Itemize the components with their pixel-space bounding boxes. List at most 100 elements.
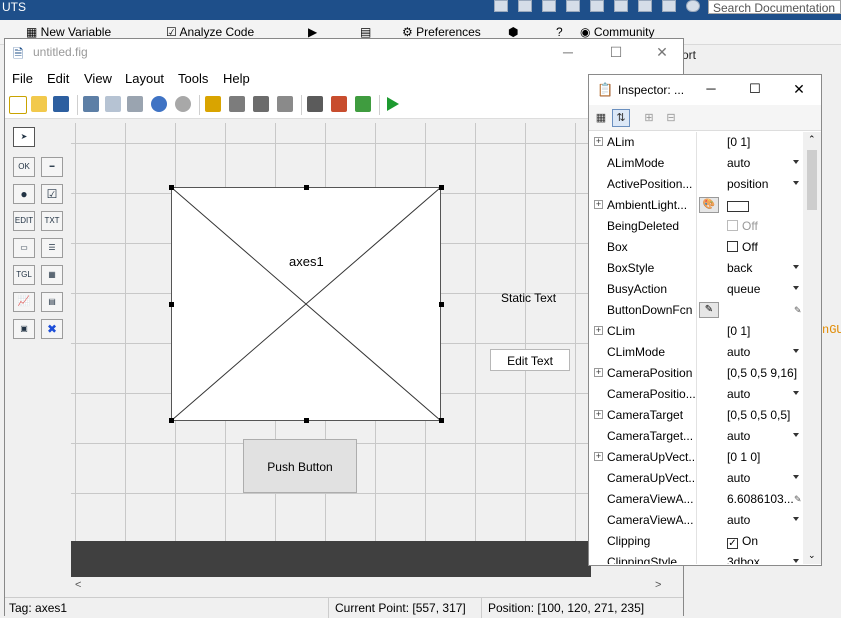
property-value[interactable]: 6.6086103... <box>727 489 797 510</box>
radio-button-icon[interactable]: ● <box>13 184 35 204</box>
property-value[interactable]: auto <box>727 153 797 174</box>
property-row[interactable]: + ALim [0 1] <box>589 132 803 153</box>
help-icon[interactable] <box>686 0 700 12</box>
property-value[interactable]: [0 1] <box>727 132 797 153</box>
checkbox-icon[interactable]: ☑ <box>41 184 63 204</box>
slider-icon[interactable]: ━ <box>41 157 63 177</box>
save-icon[interactable] <box>518 0 532 12</box>
pointer-icon[interactable]: ➤ <box>13 127 35 147</box>
popup-menu-icon[interactable]: ▭ <box>13 238 35 258</box>
dropdown-arrow-icon[interactable] <box>793 160 799 164</box>
property-row[interactable]: Box Off <box>589 237 803 258</box>
resize-handle[interactable] <box>304 185 309 190</box>
new-figure-icon[interactable] <box>9 96 27 114</box>
resize-handle[interactable] <box>439 302 444 307</box>
property-value[interactable]: [0 1 0] <box>727 447 797 468</box>
open-folder-icon[interactable] <box>31 96 47 112</box>
tab-order-editor-icon[interactable] <box>253 96 269 112</box>
property-value[interactable]: Off <box>727 216 797 237</box>
expand-icon[interactable]: + <box>594 368 603 377</box>
dropdown-arrow-icon[interactable] <box>793 433 799 437</box>
property-row[interactable]: ALimMode auto <box>589 153 803 174</box>
property-row[interactable]: BusyAction queue <box>589 279 803 300</box>
callback-editor-icon[interactable]: ✎ <box>699 302 719 318</box>
property-row[interactable]: + AmbientLight... 🎨 <box>589 195 803 216</box>
quick-access-icon[interactable] <box>494 0 508 12</box>
save-icon[interactable] <box>53 96 69 112</box>
redo-icon[interactable] <box>638 0 652 12</box>
paste-icon[interactable] <box>127 96 143 112</box>
dropdown-arrow-icon[interactable] <box>793 391 799 395</box>
layout-editor-area[interactable]: axes1 Static Text Edit Text Push Button <box>71 123 591 579</box>
sort-alphabetical-icon[interactable]: ⇅ <box>612 109 630 127</box>
property-row[interactable]: CLimMode auto <box>589 342 803 363</box>
undo-icon[interactable] <box>151 96 167 112</box>
property-row[interactable]: + CLim [0 1] <box>589 321 803 342</box>
align-objects-icon[interactable] <box>205 96 221 112</box>
property-row[interactable]: ButtonDownFcn ✎ ✎ <box>589 300 803 321</box>
expand-icon[interactable]: + <box>594 200 603 209</box>
property-row[interactable]: CameraPositio... auto <box>589 384 803 405</box>
property-row[interactable]: + CameraTarget [0,5 0,5 0,5] <box>589 405 803 426</box>
property-value[interactable]: 3dbox <box>727 552 797 564</box>
minimize-button[interactable]: ─ <box>545 39 591 67</box>
inspector-maximize-button[interactable]: ☐ <box>745 81 765 97</box>
property-row[interactable]: CameraTarget... auto <box>589 426 803 447</box>
menu-file[interactable]: File <box>12 71 33 86</box>
expand-all-icon[interactable]: ⊞ <box>640 109 658 127</box>
run-figure-icon[interactable] <box>387 97 399 111</box>
property-value[interactable]: position <box>727 174 797 195</box>
dropdown-arrow-icon[interactable] <box>793 286 799 290</box>
toggle-button-icon[interactable]: TGL <box>13 265 35 285</box>
scroll-left-icon[interactable]: < <box>75 579 81 591</box>
expand-icon[interactable]: + <box>594 137 603 146</box>
property-value[interactable]: ✓ On <box>727 531 797 552</box>
edit-text-icon[interactable]: EDIT <box>13 211 35 231</box>
expand-icon[interactable]: + <box>594 410 603 419</box>
checkbox-icon[interactable] <box>727 241 738 252</box>
paste-icon[interactable] <box>590 0 604 12</box>
property-value[interactable] <box>727 300 797 321</box>
cut-icon[interactable] <box>83 96 99 112</box>
maximize-button[interactable]: ☐ <box>593 39 639 67</box>
property-row[interactable]: ActivePosition... position <box>589 174 803 195</box>
activex-icon[interactable]: ✖ <box>41 319 63 339</box>
categorize-icon[interactable]: ▦ <box>592 109 610 127</box>
resize-handle[interactable] <box>169 418 174 423</box>
cut-icon[interactable] <box>542 0 556 12</box>
edit-text-component[interactable]: Edit Text <box>490 349 570 371</box>
property-value[interactable]: back <box>727 258 797 279</box>
collapse-all-icon[interactable]: ⊟ <box>662 109 680 127</box>
property-value[interactable] <box>727 195 797 216</box>
inspector-minimize-button[interactable]: ─ <box>701 81 721 96</box>
property-value[interactable]: auto <box>727 468 797 489</box>
resize-handle[interactable] <box>169 185 174 190</box>
property-value[interactable]: queue <box>727 279 797 300</box>
property-value[interactable]: [0,5 0,5 9,16] <box>727 363 797 384</box>
property-value[interactable]: [0 1] <box>727 321 797 342</box>
table-icon[interactable]: ▦ <box>41 265 63 285</box>
menu-view[interactable]: View <box>84 71 112 86</box>
edit-pencil-icon[interactable]: ✎ <box>794 494 802 505</box>
property-row[interactable]: BoxStyle back <box>589 258 803 279</box>
property-row[interactable]: CameraUpVect... auto <box>589 468 803 489</box>
inspector-vertical-scrollbar[interactable]: ⌃ ⌄ <box>803 132 821 564</box>
scroll-up-icon[interactable]: ⌃ <box>808 134 816 145</box>
scrollbar-thumb[interactable] <box>807 150 817 210</box>
property-row[interactable]: CameraViewA... auto <box>589 510 803 531</box>
property-value[interactable]: [0,5 0,5 0,5] <box>727 405 797 426</box>
axes-component[interactable]: axes1 <box>171 187 441 421</box>
listbox-icon[interactable]: ☰ <box>41 238 63 258</box>
undo-icon[interactable] <box>614 0 628 12</box>
dropdown-arrow-icon[interactable] <box>793 559 799 563</box>
scroll-right-icon[interactable]: > <box>655 579 661 591</box>
property-value[interactable]: auto <box>727 510 797 531</box>
checkbox-icon[interactable] <box>727 220 738 231</box>
object-browser-icon[interactable] <box>355 96 371 112</box>
inspector-close-button[interactable]: ✕ <box>789 81 809 98</box>
property-row[interactable]: + CameraUpVect... [0 1 0] <box>589 447 803 468</box>
horizontal-scrollbar[interactable]: < > <box>71 577 683 595</box>
menu-help[interactable]: Help <box>223 71 250 86</box>
property-value[interactable]: auto <box>727 342 797 363</box>
checkbox-icon[interactable]: ✓ <box>727 538 738 549</box>
